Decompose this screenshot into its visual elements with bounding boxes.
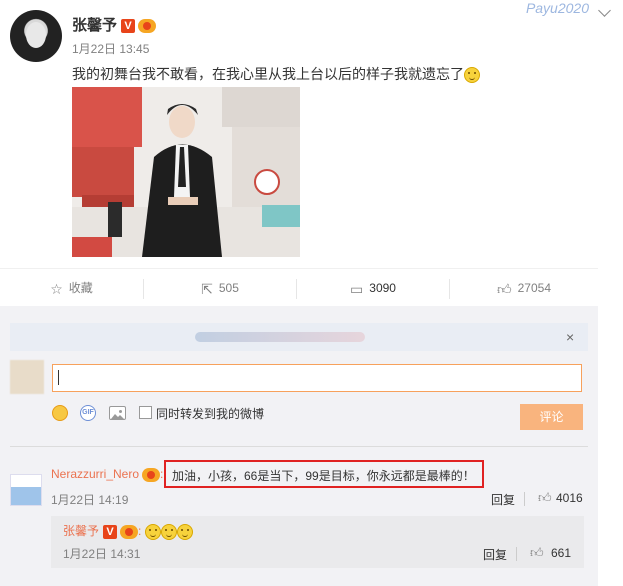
- chevron-down-icon[interactable]: [598, 4, 611, 17]
- sub-comment-like-count: 661: [551, 546, 572, 560]
- repost-button[interactable]: ⇱ 505: [144, 269, 296, 307]
- like-icon[interactable]: 👍︎: [530, 545, 544, 561]
- comment-text: 加油，小孩，66是当下，99是目标，你永远都是最棒的！: [172, 469, 475, 483]
- checkbox-icon[interactable]: [139, 406, 152, 419]
- verified-v-icon: V: [121, 19, 136, 34]
- emoji-icon[interactable]: [52, 405, 68, 421]
- laugh-emoji-icon: [144, 523, 161, 540]
- post-image-svg: [72, 87, 300, 257]
- comment-like-count: 4016: [556, 491, 583, 505]
- comment-divider: [10, 446, 588, 447]
- like-icon: 👍︎: [496, 280, 512, 297]
- author-avatar[interactable]: [10, 10, 62, 62]
- smile-emoji-icon: [464, 67, 480, 84]
- laugh-emoji-icon: [160, 523, 177, 540]
- level-icon: [142, 467, 161, 482]
- commenter-name-row: Nerazzurri_Nero:: [51, 467, 164, 482]
- like-count: 27054: [517, 281, 551, 295]
- sub-reply-button[interactable]: 回复: [483, 546, 507, 563]
- commenter-name[interactable]: Nerazzurri_Nero: [51, 467, 139, 481]
- comment-count: 3090: [369, 281, 396, 295]
- post-text-content: 我的初舞台我不敢看，在我心里从我上台以后的样子我就遗忘了: [72, 66, 464, 82]
- sub-commenter-row: 张馨予 V:: [63, 522, 193, 540]
- reply-button[interactable]: 回复: [491, 491, 515, 508]
- comment-time: 1月22日 14:19: [51, 493, 129, 507]
- comment-input[interactable]: [52, 364, 582, 392]
- comment-banner: [10, 323, 588, 351]
- post-time[interactable]: 1月22日 13:45: [72, 40, 149, 57]
- current-user-avatar: [10, 360, 44, 394]
- top-right-text: Payu2020: [525, 0, 589, 16]
- image-icon[interactable]: [109, 406, 126, 420]
- comment-button[interactable]: ▭ 3090: [297, 269, 449, 307]
- comment-icon: ▭: [350, 280, 364, 297]
- submit-comment-button[interactable]: 评论: [520, 404, 583, 430]
- favorite-button[interactable]: ☆ 收藏: [0, 269, 143, 307]
- reply-like-separator: [524, 492, 525, 506]
- gif-icon[interactable]: GIF: [80, 405, 96, 421]
- post-action-bar: ☆ 收藏 ⇱ 505 ▭ 3090 👍︎ 27054: [0, 268, 598, 307]
- level-icon: [120, 524, 139, 539]
- sub-reply-like-separator: [516, 547, 517, 561]
- repost-icon: ⇱: [201, 280, 213, 297]
- commenter-avatar[interactable]: [10, 474, 42, 506]
- also-repost-label[interactable]: 同时转发到我的微博: [156, 405, 264, 422]
- sub-comment-colon: :: [138, 524, 142, 538]
- star-icon: ☆: [50, 280, 63, 297]
- author-name[interactable]: 张馨予: [72, 17, 117, 34]
- sub-comment-time: 1月22日 14:31: [63, 547, 141, 561]
- sub-commenter-name[interactable]: 张馨予: [63, 524, 99, 538]
- level-icon: [138, 19, 157, 34]
- favorite-label: 收藏: [68, 281, 93, 295]
- repost-count: 505: [218, 281, 239, 295]
- verified-v-icon: V: [103, 524, 118, 539]
- post-image[interactable]: [72, 87, 300, 257]
- image-icon-svg: [111, 410, 124, 419]
- text-caret: [58, 370, 59, 385]
- close-icon[interactable]: ×: [566, 329, 574, 345]
- post-text: 我的初舞台我不敢看，在我心里从我上台以后的样子我就遗忘了: [72, 64, 480, 84]
- like-icon[interactable]: 👍︎: [538, 490, 552, 506]
- laugh-emoji-icon: [176, 523, 193, 540]
- like-button[interactable]: 👍︎ 27054: [450, 269, 598, 307]
- author-name-row: 张馨予 V: [72, 14, 157, 35]
